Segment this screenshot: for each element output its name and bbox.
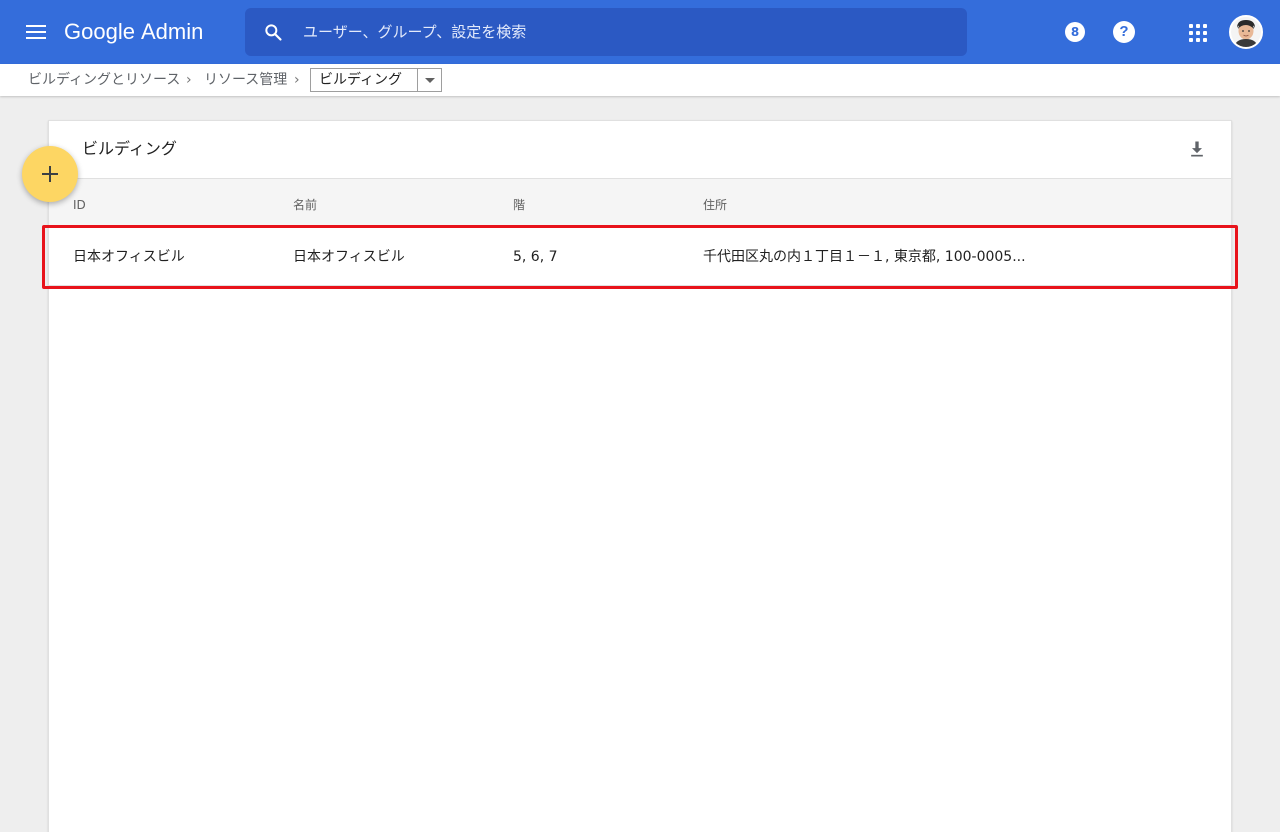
caret-down-icon[interactable]	[425, 78, 435, 83]
brand-google: Google	[64, 19, 135, 44]
chevron-right-icon: ›	[294, 72, 300, 88]
cell-id: 日本オフィスビル	[73, 249, 185, 265]
column-header-address[interactable]: 住所	[703, 197, 727, 213]
search-input[interactable]: ユーザー、グループ、設定を検索	[245, 8, 967, 56]
top-app-bar: Google Admin ユーザー、グループ、設定を検索 8 ?	[0, 0, 1280, 64]
breadcrumb-resource-management[interactable]: リソース管理	[204, 70, 287, 90]
avatar-face-icon	[1231, 17, 1261, 47]
apps-grid-icon[interactable]	[1189, 24, 1207, 42]
download-icon[interactable]	[1187, 139, 1207, 159]
cell-address: 千代田区丸の内１丁目１－１, 東京都, 100-0005...	[703, 249, 1026, 265]
card-title: ビルディング	[82, 139, 177, 158]
cell-name: 日本オフィスビル	[293, 249, 405, 265]
breadcrumb-current-select[interactable]: ビルディング	[310, 68, 442, 92]
column-header-floors[interactable]: 階	[513, 197, 525, 213]
cell-floors: 5, 6, 7	[513, 249, 558, 265]
table-row[interactable]: 日本オフィスビル 日本オフィスビル 5, 6, 7 千代田区丸の内１丁目１－１,…	[49, 228, 1231, 286]
search-placeholder: ユーザー、グループ、設定を検索	[303, 23, 527, 41]
menu-icon[interactable]	[20, 20, 52, 44]
select-divider	[417, 69, 418, 91]
buildings-card: ビルディング ID 名前 階 住所 日本オフィスビル 日本オフィスビル 5, 6…	[48, 120, 1232, 832]
brand-admin: Admin	[140, 19, 204, 44]
help-icon[interactable]: ?	[1113, 21, 1135, 43]
add-building-button[interactable]	[22, 146, 78, 202]
column-header-id[interactable]: ID	[73, 197, 86, 213]
breadcrumb-buildings-and-resources[interactable]: ビルディングとリソース	[28, 70, 180, 90]
search-icon[interactable]	[263, 22, 283, 42]
breadcrumb-current-label: ビルディング	[319, 72, 403, 88]
notifications-badge-icon[interactable]: 8	[1065, 22, 1085, 42]
breadcrumb: ビルディングとリソース › リソース管理 ›	[0, 64, 1280, 96]
table-header: ID 名前 階 住所	[49, 179, 1231, 227]
avatar[interactable]	[1229, 15, 1263, 49]
column-header-name[interactable]: 名前	[293, 197, 317, 213]
add-icon-vertical	[49, 166, 51, 182]
chevron-right-icon: ›	[186, 72, 192, 88]
app-logo[interactable]: Google Admin	[64, 18, 203, 46]
